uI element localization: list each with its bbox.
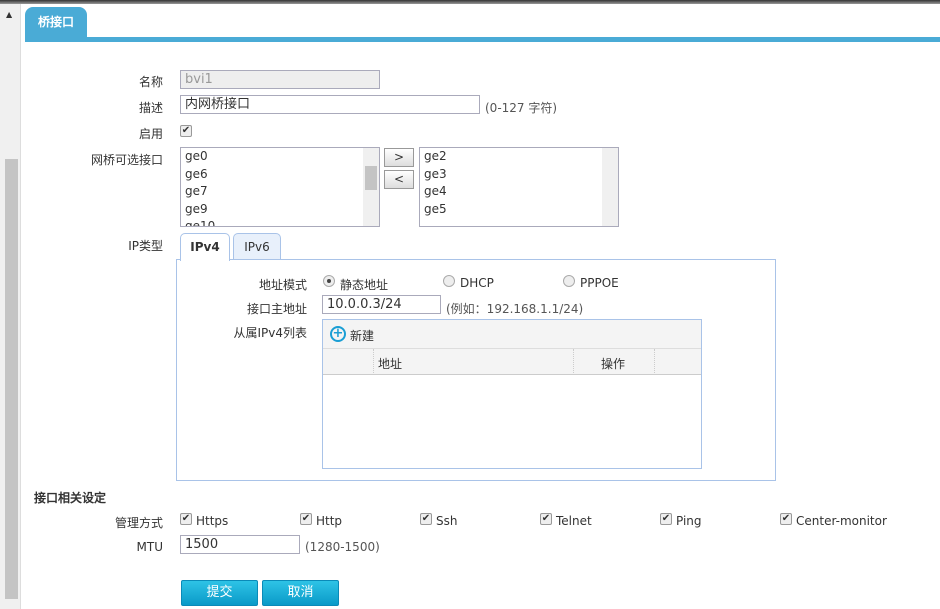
tab-ipv6[interactable]: IPv6 (233, 233, 281, 259)
desc-label: 描述 (138, 101, 163, 115)
scroll-up-icon[interactable]: ▲ (6, 10, 12, 19)
https-checkbox[interactable]: ✔ (180, 513, 192, 525)
primary-addr-hint: (例如：192.168.1.1/24) (446, 302, 584, 316)
primary-addr-field[interactable]: 10.0.0.3/24 (322, 295, 441, 314)
list-item[interactable]: ge5 (420, 201, 618, 219)
available-interfaces-list[interactable]: ge0 ge6 ge7 ge9 ge10 (180, 147, 380, 227)
http-checkbox[interactable]: ✔ (300, 513, 312, 525)
new-button[interactable]: 新建 (350, 327, 374, 344)
https-label: Https (196, 514, 229, 528)
list-item[interactable]: ge4 (420, 183, 618, 201)
secondary-ipv4-table: + 新建 地址 操作 (322, 319, 702, 469)
desc-field[interactable]: 内网桥接口 (180, 95, 480, 114)
section-title: 接口相关设定 (34, 491, 107, 505)
add-interface-button[interactable]: > (384, 148, 414, 167)
list-item[interactable]: ge7 (181, 183, 379, 201)
tab-bridge-interface[interactable]: 桥接口 (25, 7, 87, 38)
radio-pppoe-label: PPPOE (580, 276, 619, 290)
remove-interface-button[interactable]: < (384, 170, 414, 189)
radio-dhcp-label: DHCP (460, 276, 494, 290)
center-monitor-label: Center-monitor (796, 514, 887, 528)
list-item[interactable]: ge9 (181, 201, 379, 219)
mgmt-label: 管理方式 (114, 516, 163, 530)
tab-bar: 桥接口 (25, 4, 940, 42)
list-item[interactable]: ge0 (181, 148, 379, 166)
center-monitor-checkbox[interactable]: ✔ (780, 513, 792, 525)
list-item[interactable]: ge10 (181, 218, 379, 226)
submit-button[interactable]: 提交 (181, 580, 258, 606)
enable-label: 启用 (138, 127, 163, 141)
secondary-list-label: 从属IPv4列表 (233, 326, 307, 340)
bridge-label: 网桥可选接口 (90, 153, 163, 167)
plus-circle-icon[interactable]: + (330, 326, 346, 342)
name-field[interactable]: bvi1 (180, 70, 380, 89)
ping-checkbox[interactable]: ✔ (660, 513, 672, 525)
selected-interfaces-list[interactable]: ge2 ge3 ge4 ge5 (419, 147, 619, 227)
primary-addr-label: 接口主地址 (246, 302, 307, 316)
ssh-label: Ssh (436, 514, 458, 528)
desc-hint: (0-127 字符) (485, 101, 558, 115)
mtu-field[interactable]: 1500 (180, 535, 300, 554)
tab-ipv4[interactable]: IPv4 (180, 233, 230, 261)
list-scrollbar[interactable] (602, 148, 618, 226)
addr-mode-label: 地址模式 (258, 278, 307, 292)
mtu-hint: (1280-1500) (305, 540, 380, 554)
vertical-scrollbar[interactable]: ▲ (0, 4, 21, 609)
telnet-checkbox[interactable]: ✔ (540, 513, 552, 525)
column-header-address[interactable]: 地址 (378, 355, 402, 372)
list-item[interactable]: ge6 (181, 166, 379, 184)
radio-static[interactable] (323, 275, 335, 287)
iptype-label: IP类型 (128, 239, 163, 253)
name-label: 名称 (138, 75, 163, 89)
radio-dhcp[interactable] (443, 275, 455, 287)
mtu-label: MTU (136, 540, 163, 554)
list-item[interactable]: ge2 (420, 148, 618, 166)
http-label: Http (316, 514, 343, 528)
list-item[interactable]: ge3 (420, 166, 618, 184)
column-header-action[interactable]: 操作 (601, 355, 625, 372)
ping-label: Ping (676, 514, 702, 528)
enable-checkbox[interactable]: ✔ (180, 125, 192, 137)
list-scrollbar[interactable] (363, 148, 379, 226)
ssh-checkbox[interactable]: ✔ (420, 513, 432, 525)
radio-static-label: 静态地址 (340, 278, 389, 292)
scrollbar-thumb[interactable] (5, 159, 18, 599)
telnet-label: Telnet (556, 514, 592, 528)
cancel-button[interactable]: 取消 (262, 580, 339, 606)
radio-pppoe[interactable] (563, 275, 575, 287)
